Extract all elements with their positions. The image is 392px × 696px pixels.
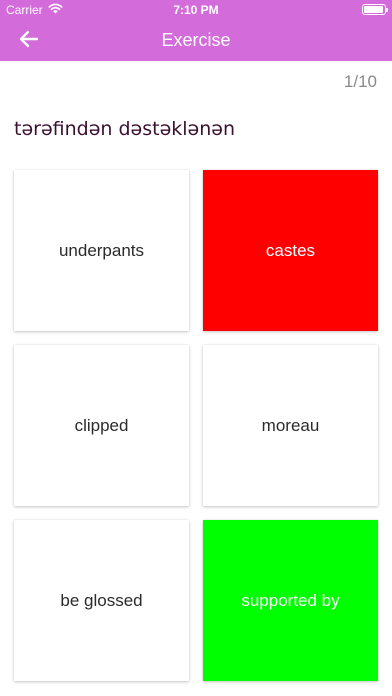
answer-options: underpants castes clipped moreau be glos…	[14, 170, 378, 681]
answer-option-be-glossed[interactable]: be glossed	[14, 520, 189, 681]
answer-option-supported-by[interactable]: supported by	[203, 520, 378, 681]
battery-icon	[362, 4, 388, 15]
page-title: Exercise	[161, 30, 231, 50]
exercise-screen: Carrier 7:10 PM Exercise 1/10 tərəfindən…	[0, 0, 392, 696]
answer-option-underpants[interactable]: underpants	[14, 170, 189, 331]
answer-option-moreau[interactable]: moreau	[203, 345, 378, 506]
progress-counter: 1/10	[343, 72, 377, 91]
nav-bar: Exercise	[0, 20, 392, 61]
status-time: 7:10 PM	[173, 3, 219, 17]
status-bar: Carrier 7:10 PM	[0, 0, 392, 20]
question-text: tərəfindən dəstəklənən	[14, 118, 236, 140]
answer-option-clipped[interactable]: clipped	[14, 345, 189, 506]
answer-option-castes[interactable]: castes	[203, 170, 378, 331]
